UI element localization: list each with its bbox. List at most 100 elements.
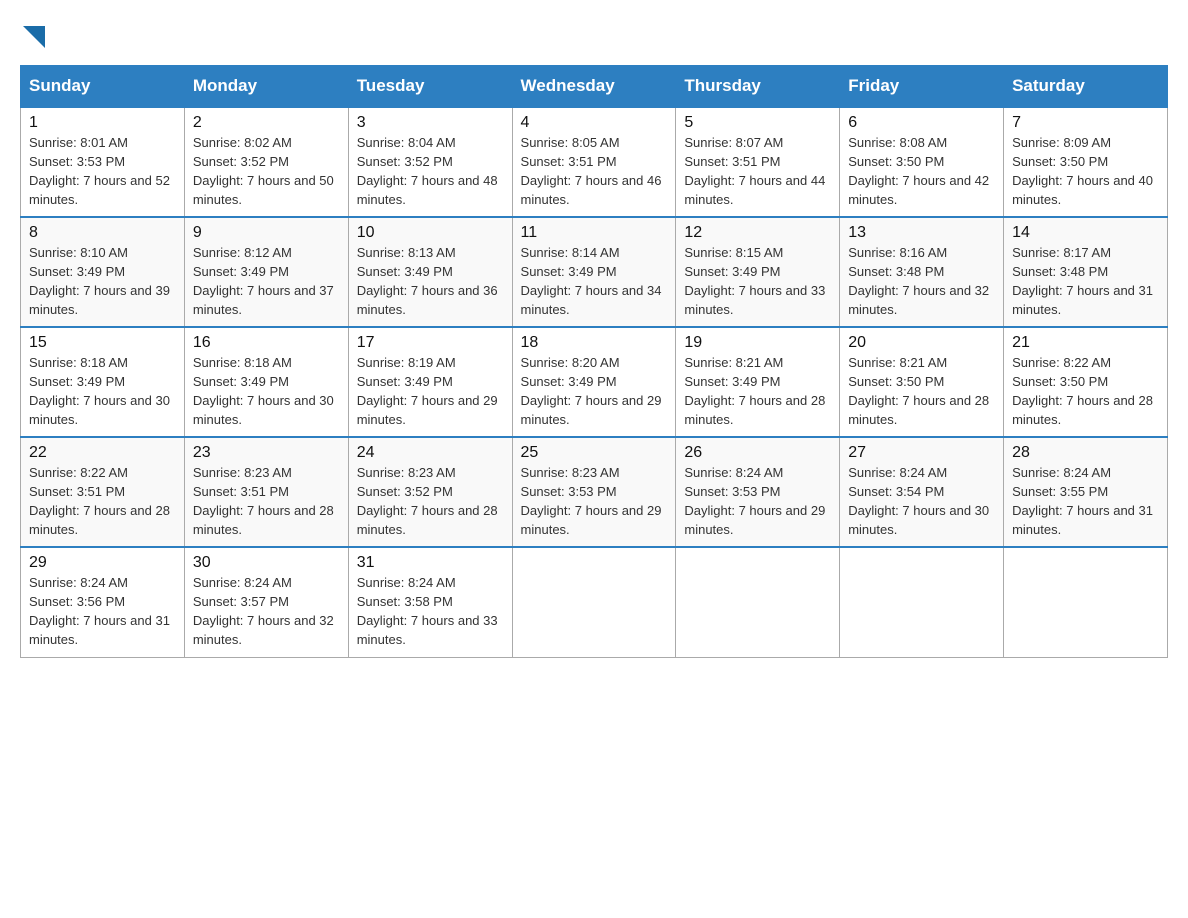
day-info: Sunrise: 8:08 AMSunset: 3:50 PMDaylight:…	[848, 135, 989, 207]
calendar-cell: 26 Sunrise: 8:24 AMSunset: 3:53 PMDaylig…	[676, 437, 840, 547]
day-number: 28	[1012, 444, 1159, 462]
calendar-cell: 30 Sunrise: 8:24 AMSunset: 3:57 PMDaylig…	[184, 547, 348, 657]
day-number: 27	[848, 444, 995, 462]
day-info: Sunrise: 8:12 AMSunset: 3:49 PMDaylight:…	[193, 245, 334, 317]
day-number: 24	[357, 444, 504, 462]
week-row-4: 22 Sunrise: 8:22 AMSunset: 3:51 PMDaylig…	[21, 437, 1168, 547]
day-number: 31	[357, 554, 504, 572]
day-info: Sunrise: 8:23 AMSunset: 3:51 PMDaylight:…	[193, 465, 334, 537]
calendar-cell: 6 Sunrise: 8:08 AMSunset: 3:50 PMDayligh…	[840, 107, 1004, 217]
day-number: 30	[193, 554, 340, 572]
day-number: 16	[193, 334, 340, 352]
calendar-cell: 24 Sunrise: 8:23 AMSunset: 3:52 PMDaylig…	[348, 437, 512, 547]
logo	[20, 20, 45, 49]
calendar-cell: 15 Sunrise: 8:18 AMSunset: 3:49 PMDaylig…	[21, 327, 185, 437]
calendar-cell: 4 Sunrise: 8:05 AMSunset: 3:51 PMDayligh…	[512, 107, 676, 217]
day-number: 10	[357, 224, 504, 242]
column-header-tuesday: Tuesday	[348, 66, 512, 108]
week-row-5: 29 Sunrise: 8:24 AMSunset: 3:56 PMDaylig…	[21, 547, 1168, 657]
day-number: 9	[193, 224, 340, 242]
day-info: Sunrise: 8:17 AMSunset: 3:48 PMDaylight:…	[1012, 245, 1153, 317]
calendar-cell: 9 Sunrise: 8:12 AMSunset: 3:49 PMDayligh…	[184, 217, 348, 327]
day-info: Sunrise: 8:23 AMSunset: 3:53 PMDaylight:…	[521, 465, 662, 537]
calendar-table: SundayMondayTuesdayWednesdayThursdayFrid…	[20, 65, 1168, 658]
day-info: Sunrise: 8:10 AMSunset: 3:49 PMDaylight:…	[29, 245, 170, 317]
calendar-cell: 28 Sunrise: 8:24 AMSunset: 3:55 PMDaylig…	[1004, 437, 1168, 547]
calendar-cell: 16 Sunrise: 8:18 AMSunset: 3:49 PMDaylig…	[184, 327, 348, 437]
day-number: 14	[1012, 224, 1159, 242]
day-info: Sunrise: 8:21 AMSunset: 3:49 PMDaylight:…	[684, 355, 825, 427]
day-number: 17	[357, 334, 504, 352]
column-header-wednesday: Wednesday	[512, 66, 676, 108]
day-info: Sunrise: 8:02 AMSunset: 3:52 PMDaylight:…	[193, 135, 334, 207]
day-info: Sunrise: 8:18 AMSunset: 3:49 PMDaylight:…	[29, 355, 170, 427]
calendar-cell: 21 Sunrise: 8:22 AMSunset: 3:50 PMDaylig…	[1004, 327, 1168, 437]
week-row-2: 8 Sunrise: 8:10 AMSunset: 3:49 PMDayligh…	[21, 217, 1168, 327]
column-header-thursday: Thursday	[676, 66, 840, 108]
calendar-cell: 27 Sunrise: 8:24 AMSunset: 3:54 PMDaylig…	[840, 437, 1004, 547]
calendar-cell: 11 Sunrise: 8:14 AMSunset: 3:49 PMDaylig…	[512, 217, 676, 327]
day-number: 15	[29, 334, 176, 352]
calendar-cell: 5 Sunrise: 8:07 AMSunset: 3:51 PMDayligh…	[676, 107, 840, 217]
day-number: 21	[1012, 334, 1159, 352]
calendar-cell: 29 Sunrise: 8:24 AMSunset: 3:56 PMDaylig…	[21, 547, 185, 657]
column-header-sunday: Sunday	[21, 66, 185, 108]
calendar-cell	[1004, 547, 1168, 657]
day-info: Sunrise: 8:24 AMSunset: 3:56 PMDaylight:…	[29, 575, 170, 647]
day-number: 11	[521, 224, 668, 242]
calendar-cell: 25 Sunrise: 8:23 AMSunset: 3:53 PMDaylig…	[512, 437, 676, 547]
day-info: Sunrise: 8:24 AMSunset: 3:57 PMDaylight:…	[193, 575, 334, 647]
column-header-monday: Monday	[184, 66, 348, 108]
day-number: 4	[521, 114, 668, 132]
calendar-cell: 3 Sunrise: 8:04 AMSunset: 3:52 PMDayligh…	[348, 107, 512, 217]
day-info: Sunrise: 8:09 AMSunset: 3:50 PMDaylight:…	[1012, 135, 1153, 207]
day-number: 6	[848, 114, 995, 132]
week-row-1: 1 Sunrise: 8:01 AMSunset: 3:53 PMDayligh…	[21, 107, 1168, 217]
calendar-cell: 8 Sunrise: 8:10 AMSunset: 3:49 PMDayligh…	[21, 217, 185, 327]
calendar-cell: 2 Sunrise: 8:02 AMSunset: 3:52 PMDayligh…	[184, 107, 348, 217]
day-info: Sunrise: 8:22 AMSunset: 3:50 PMDaylight:…	[1012, 355, 1153, 427]
day-number: 19	[684, 334, 831, 352]
day-info: Sunrise: 8:16 AMSunset: 3:48 PMDaylight:…	[848, 245, 989, 317]
day-info: Sunrise: 8:01 AMSunset: 3:53 PMDaylight:…	[29, 135, 170, 207]
day-number: 1	[29, 114, 176, 132]
calendar-cell: 7 Sunrise: 8:09 AMSunset: 3:50 PMDayligh…	[1004, 107, 1168, 217]
calendar-cell: 10 Sunrise: 8:13 AMSunset: 3:49 PMDaylig…	[348, 217, 512, 327]
calendar-cell: 12 Sunrise: 8:15 AMSunset: 3:49 PMDaylig…	[676, 217, 840, 327]
day-info: Sunrise: 8:18 AMSunset: 3:49 PMDaylight:…	[193, 355, 334, 427]
day-info: Sunrise: 8:24 AMSunset: 3:58 PMDaylight:…	[357, 575, 498, 647]
day-number: 12	[684, 224, 831, 242]
day-number: 8	[29, 224, 176, 242]
calendar-cell: 31 Sunrise: 8:24 AMSunset: 3:58 PMDaylig…	[348, 547, 512, 657]
day-info: Sunrise: 8:04 AMSunset: 3:52 PMDaylight:…	[357, 135, 498, 207]
calendar-cell: 13 Sunrise: 8:16 AMSunset: 3:48 PMDaylig…	[840, 217, 1004, 327]
day-number: 2	[193, 114, 340, 132]
page-header	[20, 20, 1168, 49]
day-info: Sunrise: 8:19 AMSunset: 3:49 PMDaylight:…	[357, 355, 498, 427]
day-number: 26	[684, 444, 831, 462]
day-number: 7	[1012, 114, 1159, 132]
calendar-cell: 20 Sunrise: 8:21 AMSunset: 3:50 PMDaylig…	[840, 327, 1004, 437]
day-info: Sunrise: 8:22 AMSunset: 3:51 PMDaylight:…	[29, 465, 170, 537]
week-row-3: 15 Sunrise: 8:18 AMSunset: 3:49 PMDaylig…	[21, 327, 1168, 437]
calendar-cell: 17 Sunrise: 8:19 AMSunset: 3:49 PMDaylig…	[348, 327, 512, 437]
day-number: 3	[357, 114, 504, 132]
calendar-cell	[840, 547, 1004, 657]
day-number: 13	[848, 224, 995, 242]
calendar-cell	[512, 547, 676, 657]
calendar-cell	[676, 547, 840, 657]
calendar-cell: 22 Sunrise: 8:22 AMSunset: 3:51 PMDaylig…	[21, 437, 185, 547]
day-info: Sunrise: 8:24 AMSunset: 3:55 PMDaylight:…	[1012, 465, 1153, 537]
day-info: Sunrise: 8:05 AMSunset: 3:51 PMDaylight:…	[521, 135, 662, 207]
calendar-cell: 18 Sunrise: 8:20 AMSunset: 3:49 PMDaylig…	[512, 327, 676, 437]
day-info: Sunrise: 8:20 AMSunset: 3:49 PMDaylight:…	[521, 355, 662, 427]
day-number: 25	[521, 444, 668, 462]
day-info: Sunrise: 8:21 AMSunset: 3:50 PMDaylight:…	[848, 355, 989, 427]
day-info: Sunrise: 8:14 AMSunset: 3:49 PMDaylight:…	[521, 245, 662, 317]
day-info: Sunrise: 8:23 AMSunset: 3:52 PMDaylight:…	[357, 465, 498, 537]
calendar-cell: 19 Sunrise: 8:21 AMSunset: 3:49 PMDaylig…	[676, 327, 840, 437]
calendar-header-row: SundayMondayTuesdayWednesdayThursdayFrid…	[21, 66, 1168, 108]
day-number: 5	[684, 114, 831, 132]
logo-arrow-icon	[23, 26, 45, 48]
calendar-cell: 1 Sunrise: 8:01 AMSunset: 3:53 PMDayligh…	[21, 107, 185, 217]
